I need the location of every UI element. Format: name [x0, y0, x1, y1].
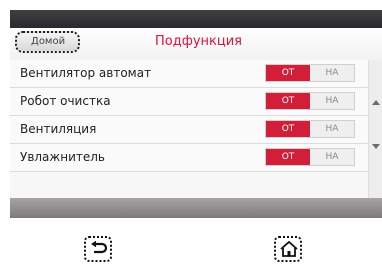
- top-status-bar: [10, 10, 382, 28]
- setting-label: Вентилятор автомат: [20, 66, 152, 80]
- toggle-off-option[interactable]: ОТ: [266, 121, 310, 137]
- toggle-off-option[interactable]: ОТ: [266, 93, 310, 109]
- subfunction-screen: Домой Подфункция Вентилятор автомат ОТ Н…: [10, 28, 382, 198]
- home-hardware-button[interactable]: [274, 236, 302, 262]
- home-icon: [280, 240, 298, 257]
- toggle-off-option[interactable]: ОТ: [266, 65, 310, 81]
- header: Домой Подфункция: [10, 28, 382, 61]
- setting-row-humidifier: Увлажнитель ОТ НА: [10, 144, 368, 172]
- toggle-on-option[interactable]: НА: [310, 93, 354, 109]
- bottom-bar: [10, 198, 382, 218]
- toggle-on-option[interactable]: НА: [310, 65, 354, 81]
- scroll-up-icon[interactable]: [372, 100, 380, 105]
- robot-clean-toggle: ОТ НА: [266, 93, 354, 109]
- toggle-on-option[interactable]: НА: [310, 149, 354, 165]
- scroll-down-icon[interactable]: [372, 144, 380, 149]
- setting-label: Увлажнитель: [20, 150, 105, 164]
- setting-row-robot-clean: Робот очистка ОТ НА: [10, 88, 368, 116]
- page-title: Подфункция: [155, 34, 242, 49]
- toggle-off-option[interactable]: ОТ: [266, 149, 310, 165]
- setting-label: Вентиляция: [20, 122, 97, 136]
- setting-row-ventilation: Вентиляция ОТ НА: [10, 116, 368, 144]
- home-button[interactable]: Домой: [15, 31, 80, 53]
- auto-fan-toggle: ОТ НА: [266, 65, 354, 81]
- humidifier-toggle: ОТ НА: [266, 149, 354, 165]
- toggle-on-option[interactable]: НА: [310, 121, 354, 137]
- back-arrow-icon: [91, 240, 108, 254]
- back-button[interactable]: [84, 236, 112, 262]
- setting-label: Робот очистка: [20, 94, 111, 108]
- scrollbar[interactable]: [368, 60, 382, 198]
- ventilation-toggle: ОТ НА: [266, 121, 354, 137]
- setting-row-auto-fan: Вентилятор автомат ОТ НА: [10, 60, 368, 88]
